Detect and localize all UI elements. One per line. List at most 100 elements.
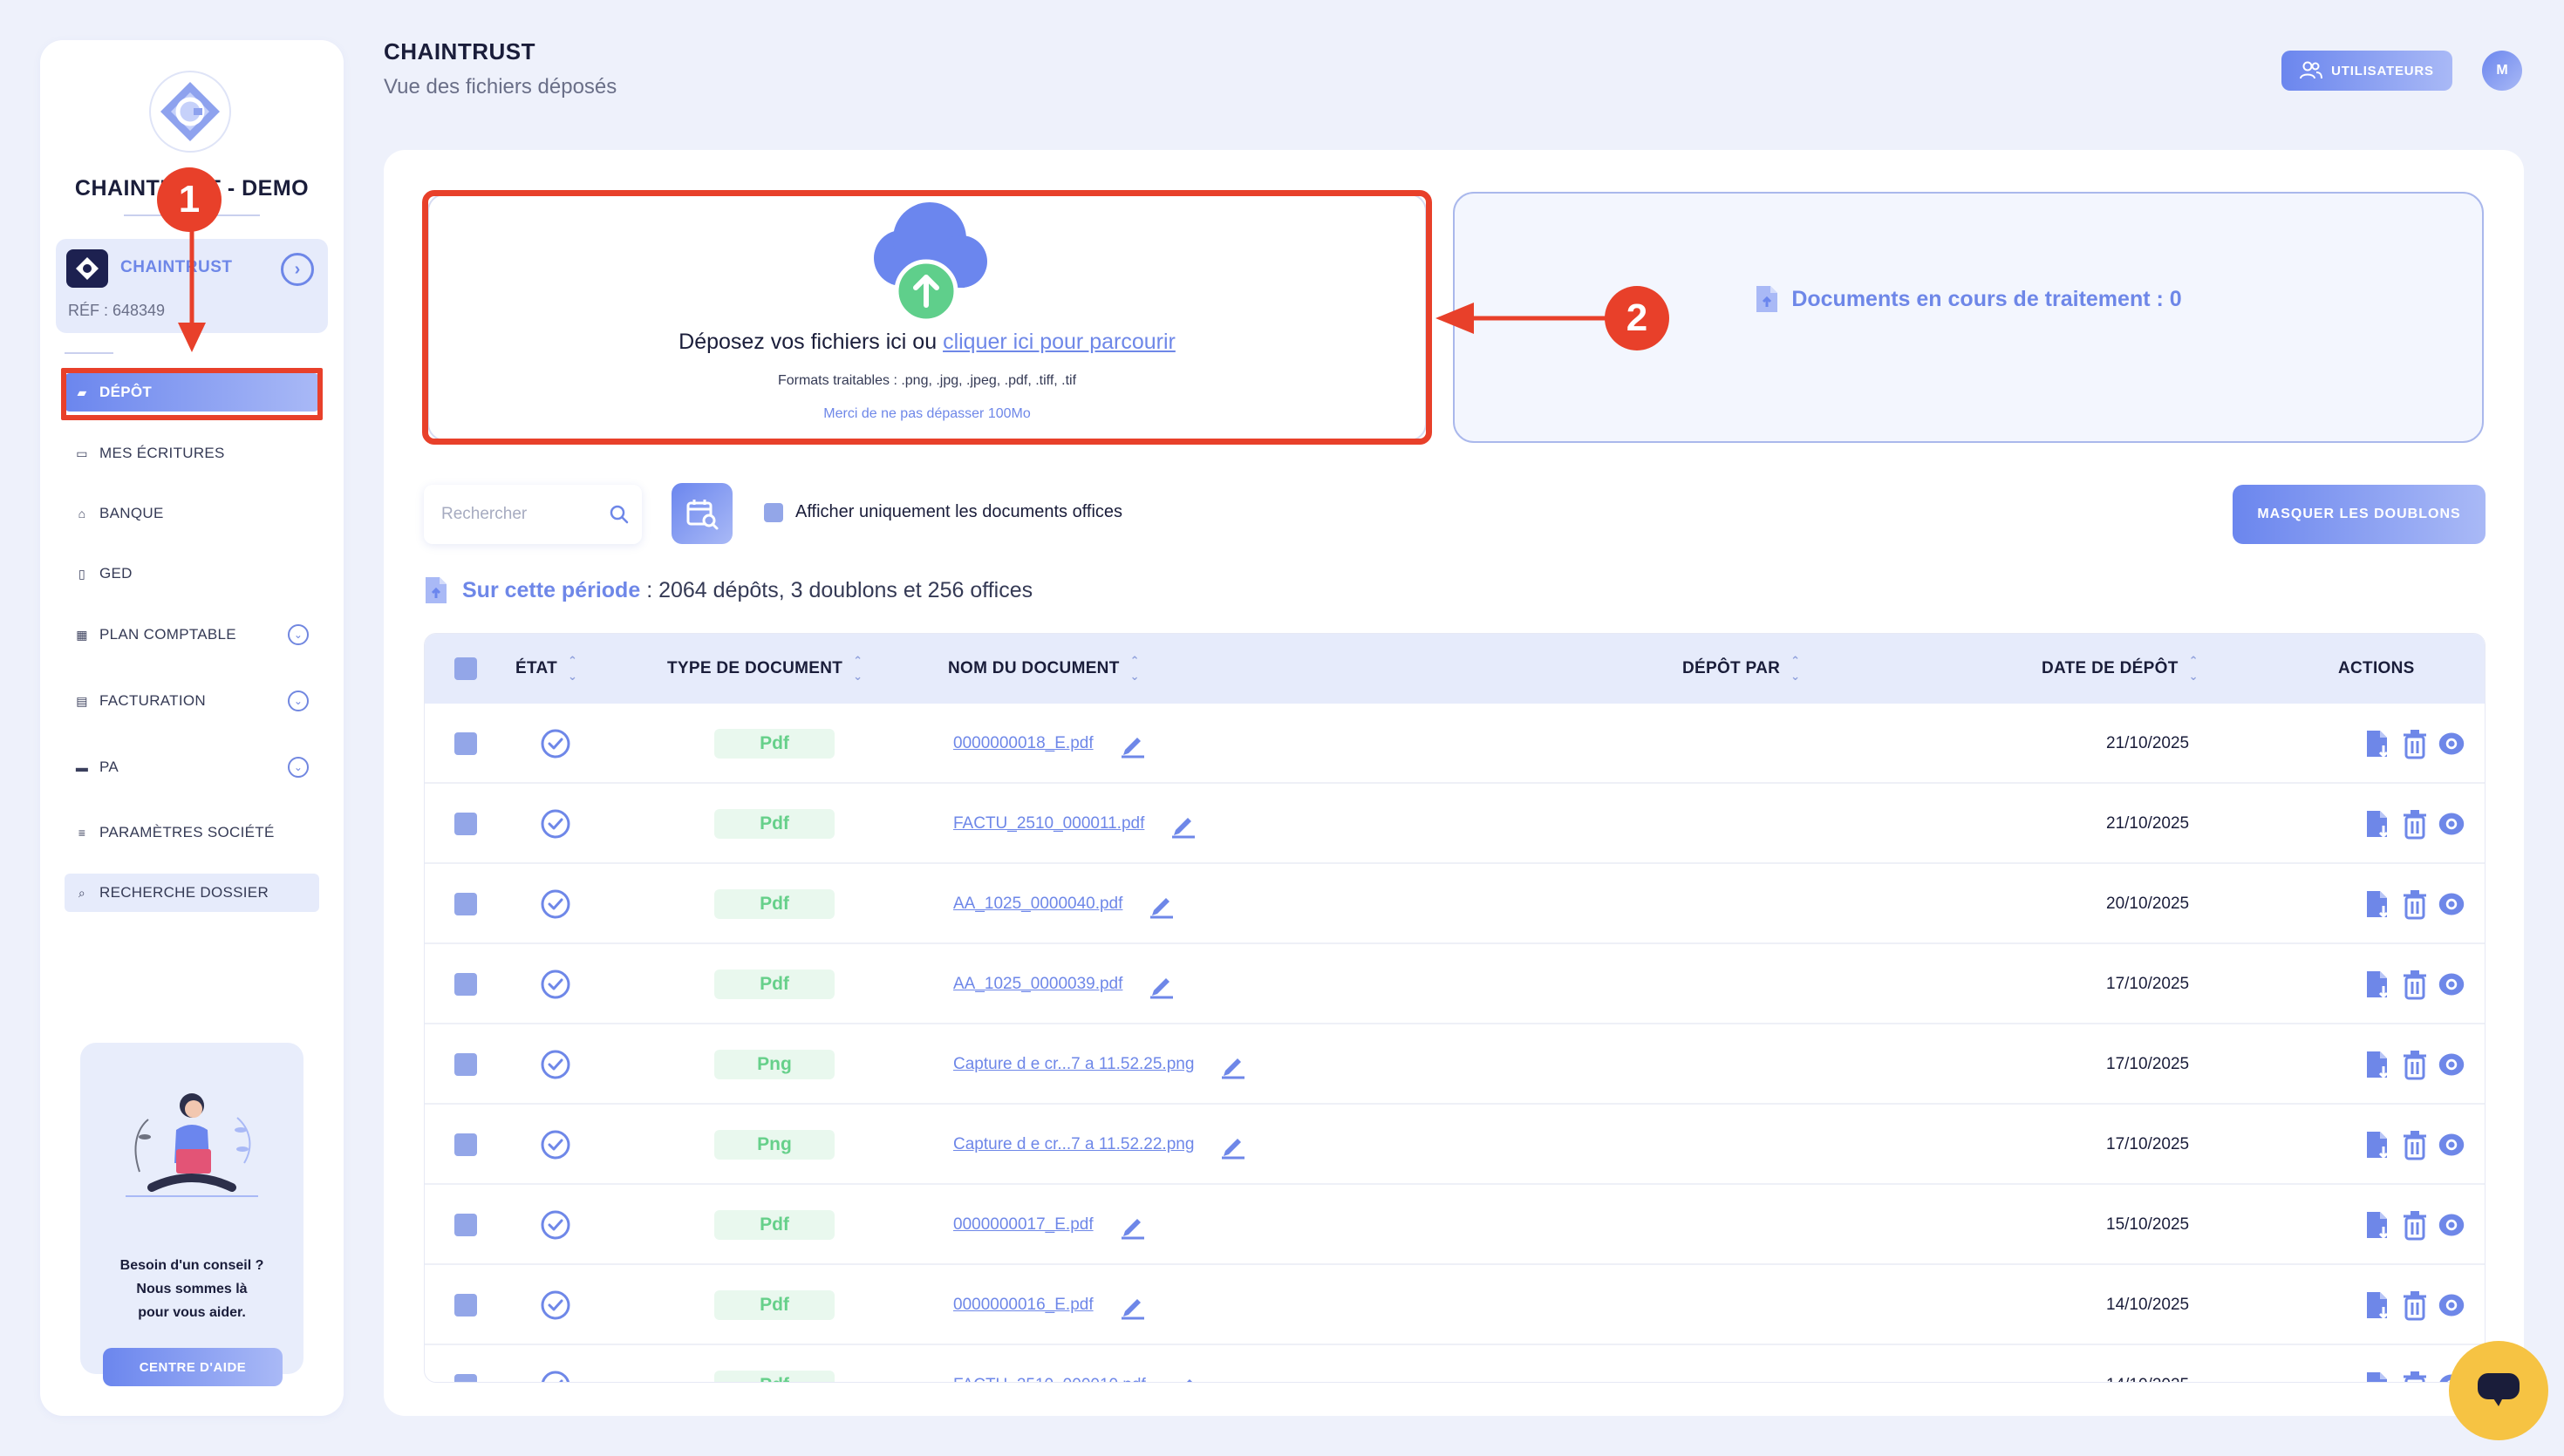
edit-icon[interactable] (1118, 1290, 1148, 1320)
sidebar-item-parametres-societe[interactable]: ≡ PARAMÈTRES SOCIÉTÉ (65, 813, 319, 852)
view-icon[interactable] (2438, 728, 2465, 759)
download-file-icon[interactable] (2364, 1370, 2392, 1383)
edit-icon[interactable] (1169, 809, 1198, 839)
column-header-by[interactable]: DÉPÔT PAR ⌃ ⌄ (1682, 634, 1800, 704)
delete-icon[interactable] (2401, 1370, 2429, 1383)
edit-icon[interactable] (1218, 1050, 1248, 1079)
sidebar-item-plan-comptable[interactable]: ▦ PLAN COMPTABLE ⌄ (65, 616, 319, 654)
search-icon[interactable] (609, 504, 630, 525)
select-all-checkbox[interactable] (454, 634, 477, 704)
row-checkbox[interactable] (454, 1185, 477, 1265)
table-row: Png Capture d e cr...7 a 11.52.22.png 17… (425, 1105, 2485, 1185)
view-icon[interactable] (2438, 1129, 2465, 1160)
sidebar-item-banque[interactable]: ⌂ BANQUE (65, 494, 319, 533)
column-header-type[interactable]: TYPE DE DOCUMENT ⌃ ⌄ (667, 634, 863, 704)
sliders-icon: ≡ (78, 826, 86, 840)
row-checkbox[interactable] (454, 944, 477, 1024)
delete-icon[interactable] (2401, 808, 2429, 840)
sort-icon[interactable]: ⌃ ⌄ (1130, 653, 1140, 684)
company-logo (66, 249, 108, 288)
column-header-label: DÉPÔT PAR (1682, 659, 1781, 677)
chevron-down-icon[interactable]: ⌄ (288, 691, 309, 711)
sidebar-item-facturation[interactable]: ▤ FACTURATION ⌄ (65, 682, 319, 720)
edit-icon[interactable] (1118, 729, 1148, 759)
edit-icon[interactable] (1170, 1371, 1200, 1383)
chevron-right-icon[interactable]: › (281, 253, 314, 286)
row-checkbox[interactable] (454, 1105, 477, 1185)
delete-icon[interactable] (2401, 1129, 2429, 1160)
document-name-link[interactable]: 0000000017_E.pdf (953, 1215, 1094, 1235)
date-filter-button[interactable] (672, 483, 733, 544)
chevron-down-icon[interactable]: ⌄ (288, 624, 309, 645)
avatar[interactable]: M (2482, 51, 2522, 91)
sort-icon[interactable]: ⌃ ⌄ (568, 653, 577, 684)
row-checkbox[interactable] (454, 704, 477, 784)
delete-icon[interactable] (2401, 1049, 2429, 1080)
browse-link[interactable]: cliquer ici pour parcourir (943, 330, 1176, 354)
status-check-icon (540, 704, 571, 784)
only-offices-checkbox[interactable] (764, 502, 783, 522)
sidebar-item-ged[interactable]: ▯ GED (65, 555, 319, 593)
document-name-link[interactable]: AA_1025_0000040.pdf (953, 895, 1122, 914)
row-checkbox[interactable] (454, 784, 477, 864)
view-icon[interactable] (2438, 1289, 2465, 1321)
deposit-date: 14/10/2025 (2106, 1296, 2190, 1314)
download-file-icon[interactable] (2364, 969, 2392, 1000)
row-checkbox[interactable] (454, 864, 477, 944)
column-header-name[interactable]: NOM DU DOCUMENT ⌃ ⌄ (948, 634, 1140, 704)
delete-icon[interactable] (2401, 728, 2429, 759)
download-file-icon[interactable] (2364, 1289, 2392, 1321)
document-name-link[interactable]: Capture d e cr...7 a 11.52.25.png (953, 1055, 1194, 1074)
delete-icon[interactable] (2401, 969, 2429, 1000)
view-icon[interactable] (2438, 1049, 2465, 1080)
sidebar-item-recherche-dossier[interactable]: ⌕ RECHERCHE DOSSIER (65, 874, 319, 912)
delete-icon[interactable] (2401, 1289, 2429, 1321)
document-name-link[interactable]: 0000000018_E.pdf (953, 734, 1094, 753)
row-checkbox[interactable] (454, 1024, 477, 1105)
document-name-link[interactable]: AA_1025_0000039.pdf (953, 975, 1122, 994)
document-name-link[interactable]: FACTU_2510_000010.pdf (953, 1376, 1146, 1382)
sort-icon[interactable]: ⌃ ⌄ (853, 653, 863, 684)
column-header-state[interactable]: ÉTAT ⌃ ⌄ (515, 634, 577, 704)
help-line: pour vous aider. (138, 1305, 246, 1320)
edit-icon[interactable] (1147, 970, 1176, 999)
view-icon[interactable] (2438, 808, 2465, 840)
download-file-icon[interactable] (2364, 1129, 2392, 1160)
document-name-link[interactable]: 0000000016_E.pdf (953, 1296, 1094, 1315)
sort-icon[interactable]: ⌃ ⌄ (2189, 653, 2199, 684)
row-checkbox[interactable] (454, 1265, 477, 1345)
download-file-icon[interactable] (2364, 888, 2392, 920)
download-file-icon[interactable] (2364, 728, 2392, 759)
edit-icon[interactable] (1118, 1210, 1148, 1240)
hide-duplicates-button[interactable]: MASQUER LES DOUBLONS (2233, 485, 2486, 544)
deposit-date: 17/10/2025 (2106, 1055, 2190, 1073)
edit-icon[interactable] (1218, 1130, 1248, 1160)
table-row: Pdf 0000000016_E.pdf 14/10/2025 (425, 1265, 2485, 1345)
delete-icon[interactable] (2401, 1209, 2429, 1241)
download-file-icon[interactable] (2364, 1209, 2392, 1241)
users-button[interactable]: UTILISATEURS (2281, 51, 2452, 91)
download-file-icon[interactable] (2364, 808, 2392, 840)
download-file-icon[interactable] (2364, 1049, 2392, 1080)
table-header: ÉTAT ⌃ ⌄ TYPE DE DOCUMENT ⌃ ⌄ NOM DU DOCUM… (425, 634, 2485, 704)
sort-icon[interactable]: ⌃ ⌄ (1790, 653, 1800, 684)
document-name-link[interactable]: FACTU_2510_000011.pdf (953, 814, 1144, 833)
sidebar-item-mes-ecritures[interactable]: ▭ MES ÉCRITURES (65, 434, 319, 473)
chat-button[interactable] (2449, 1341, 2548, 1440)
column-header-date[interactable]: DATE DE DÉPÔT ⌃ ⌄ (2042, 634, 2199, 704)
document-name-link[interactable]: Capture d e cr...7 a 11.52.22.png (953, 1135, 1194, 1154)
search-input[interactable] (441, 502, 598, 527)
row-checkbox[interactable] (454, 1345, 477, 1382)
delete-icon[interactable] (2401, 888, 2429, 920)
view-icon[interactable] (2438, 888, 2465, 920)
only-offices-filter[interactable]: Afficher uniquement les documents office… (764, 502, 1122, 522)
view-icon[interactable] (2438, 1209, 2465, 1241)
sidebar-item-pa[interactable]: ▬ PA ⌄ (65, 748, 319, 786)
edit-icon[interactable] (1147, 889, 1176, 919)
table-row: Pdf AA_1025_0000039.pdf 17/10/2025 (425, 944, 2485, 1024)
search-field[interactable] (424, 485, 642, 544)
chevron-down-icon[interactable]: ⌄ (288, 757, 309, 778)
view-icon[interactable] (2438, 969, 2465, 1000)
help-center-button[interactable]: CENTRE D'AIDE (103, 1348, 283, 1386)
table-row: Pdf 0000000018_E.pdf 21/10/2025 (425, 704, 2485, 784)
